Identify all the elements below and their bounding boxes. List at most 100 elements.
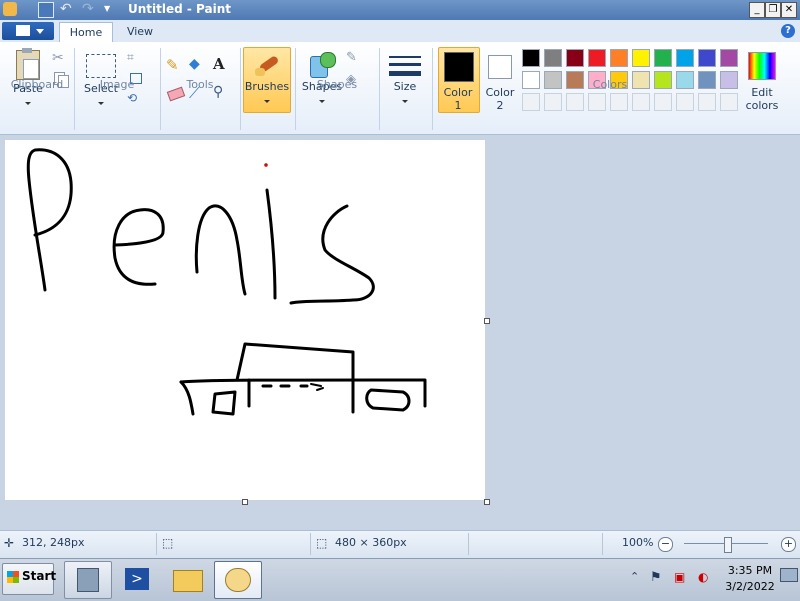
title-bar <box>0 0 800 20</box>
restore-button[interactable]: ❐ <box>765 2 781 18</box>
custom-color-slot[interactable] <box>610 93 628 111</box>
canvas-size-icon: ⬚ <box>316 536 328 550</box>
custom-color-slot[interactable] <box>588 93 606 111</box>
custom-color-slot[interactable] <box>676 93 694 111</box>
tools-group-label: Tools <box>186 78 214 91</box>
select-dropdown-caret <box>98 102 104 105</box>
close-button[interactable]: ✕ <box>781 2 797 18</box>
clipboard-group-label: Clipboard <box>10 78 64 91</box>
zoom-level: 100% <box>622 536 654 549</box>
show-hidden-icons-icon[interactable]: ⌃ <box>630 570 646 586</box>
custom-color-slot[interactable] <box>720 93 738 111</box>
undo-icon[interactable]: ↶ <box>60 2 74 16</box>
clock-time[interactable]: 3:35 PM <box>724 564 776 577</box>
clock-date[interactable]: 3/2/2022 <box>724 580 776 593</box>
shapes-dropdown-caret <box>319 100 325 103</box>
image-group-label: Image <box>99 78 135 91</box>
minimize-button[interactable]: _ <box>749 2 765 18</box>
paint-palette-icon <box>225 568 251 592</box>
zoom-slider-thumb[interactable] <box>724 537 732 553</box>
zoom-out-button[interactable]: − <box>658 537 673 552</box>
start-label: Start <box>22 569 57 583</box>
server-manager-icon <box>77 568 99 592</box>
status-divider <box>468 533 469 555</box>
text-tool-icon[interactable]: A <box>213 55 231 73</box>
palette-swatch[interactable] <box>698 49 716 67</box>
brush-icon <box>253 50 281 78</box>
shapes-button[interactable]: Shapes <box>300 46 344 106</box>
zoom-in-button[interactable]: + <box>781 537 796 552</box>
cursor-position-icon: ✛ <box>4 536 15 550</box>
crop-icon[interactable]: ⌗ <box>127 50 145 68</box>
cut-icon[interactable]: ✂ <box>52 50 70 68</box>
folder-icon <box>173 570 203 592</box>
network-icon[interactable]: ▣ <box>674 570 690 586</box>
powershell-icon: > <box>125 568 149 590</box>
taskbar-server-manager[interactable] <box>64 561 112 599</box>
canvas-resize-handle-corner[interactable] <box>484 499 490 505</box>
rotate-icon[interactable]: ⟲ <box>127 91 145 109</box>
brushes-button-content[interactable]: Brushes <box>244 46 290 106</box>
taskbar-powershell[interactable]: > <box>114 561 162 599</box>
custom-color-slot[interactable] <box>698 93 716 111</box>
help-icon[interactable]: ? <box>781 24 795 38</box>
paste-button[interactable]: Paste <box>8 46 48 108</box>
save-icon[interactable] <box>38 2 54 18</box>
outline-icon[interactable]: ✎ <box>346 50 364 68</box>
redo-icon[interactable]: ↷ <box>82 2 96 16</box>
palette-swatch[interactable] <box>632 49 650 67</box>
palette-swatch[interactable] <box>588 49 606 67</box>
custom-color-slot[interactable] <box>544 93 562 111</box>
fill-bucket-icon[interactable]: ◆ <box>189 56 207 74</box>
custom-color-slot[interactable] <box>632 93 650 111</box>
palette-swatch[interactable] <box>610 49 628 67</box>
custom-color-slot[interactable] <box>522 93 540 111</box>
custom-color-slot[interactable] <box>566 93 584 111</box>
tab-view[interactable]: View <box>116 22 164 42</box>
show-desktop-icon[interactable] <box>780 568 798 582</box>
customize-quick-access-icon[interactable]: ▼ <box>104 2 118 16</box>
paste-dropdown-caret <box>25 102 31 105</box>
selection-size-icon: ⬚ <box>162 536 174 550</box>
brushes-label: Brushes <box>244 80 290 93</box>
colors-group-label: Colors <box>592 78 628 91</box>
select-button[interactable]: Select <box>80 46 122 108</box>
canvas-size: 480 × 360px <box>335 536 407 549</box>
window-title: Untitled - Paint <box>128 2 232 16</box>
action-center-flag-icon[interactable]: ⚑ <box>650 570 666 586</box>
palette-swatch[interactable] <box>522 49 540 67</box>
status-divider <box>156 533 157 555</box>
paint-app-icon[interactable] <box>3 2 17 16</box>
status-divider <box>310 533 311 555</box>
paint-menu-button[interactable] <box>2 22 54 40</box>
volume-icon[interactable]: ◐ <box>698 570 714 586</box>
size-lines-icon <box>389 50 421 78</box>
size-label: Size <box>393 80 417 93</box>
status-divider <box>602 533 603 555</box>
palette-swatch[interactable] <box>654 49 672 67</box>
canvas-resize-handle-bottom[interactable] <box>242 499 248 505</box>
size-dropdown-caret <box>402 100 408 103</box>
tab-home[interactable]: Home <box>59 22 113 43</box>
color2-label-line2: 2 <box>496 99 504 112</box>
canvas-resize-handle-right[interactable] <box>484 318 490 324</box>
pencil-icon[interactable]: ✎ <box>166 56 184 74</box>
palette-swatch[interactable] <box>566 49 584 67</box>
shapes-icon <box>308 50 336 78</box>
drawing-canvas[interactable] <box>5 140 485 500</box>
taskbar-explorer[interactable] <box>164 561 212 599</box>
freehand-drawing <box>26 148 427 416</box>
size-button[interactable]: Size <box>384 46 426 106</box>
palette-swatch[interactable] <box>544 49 562 67</box>
palette-swatch[interactable] <box>720 49 738 67</box>
color2-swatch <box>488 55 512 79</box>
group-divider <box>240 48 241 130</box>
palette-swatch[interactable] <box>676 49 694 67</box>
edit-colors-label-line2: colors <box>745 99 779 112</box>
taskbar-paint[interactable] <box>214 561 262 599</box>
select-rectangle-icon <box>86 54 116 78</box>
color1-label-line2: 1 <box>454 99 462 112</box>
group-divider <box>379 48 380 130</box>
edit-colors-icon <box>748 52 776 80</box>
custom-color-slot[interactable] <box>654 93 672 111</box>
